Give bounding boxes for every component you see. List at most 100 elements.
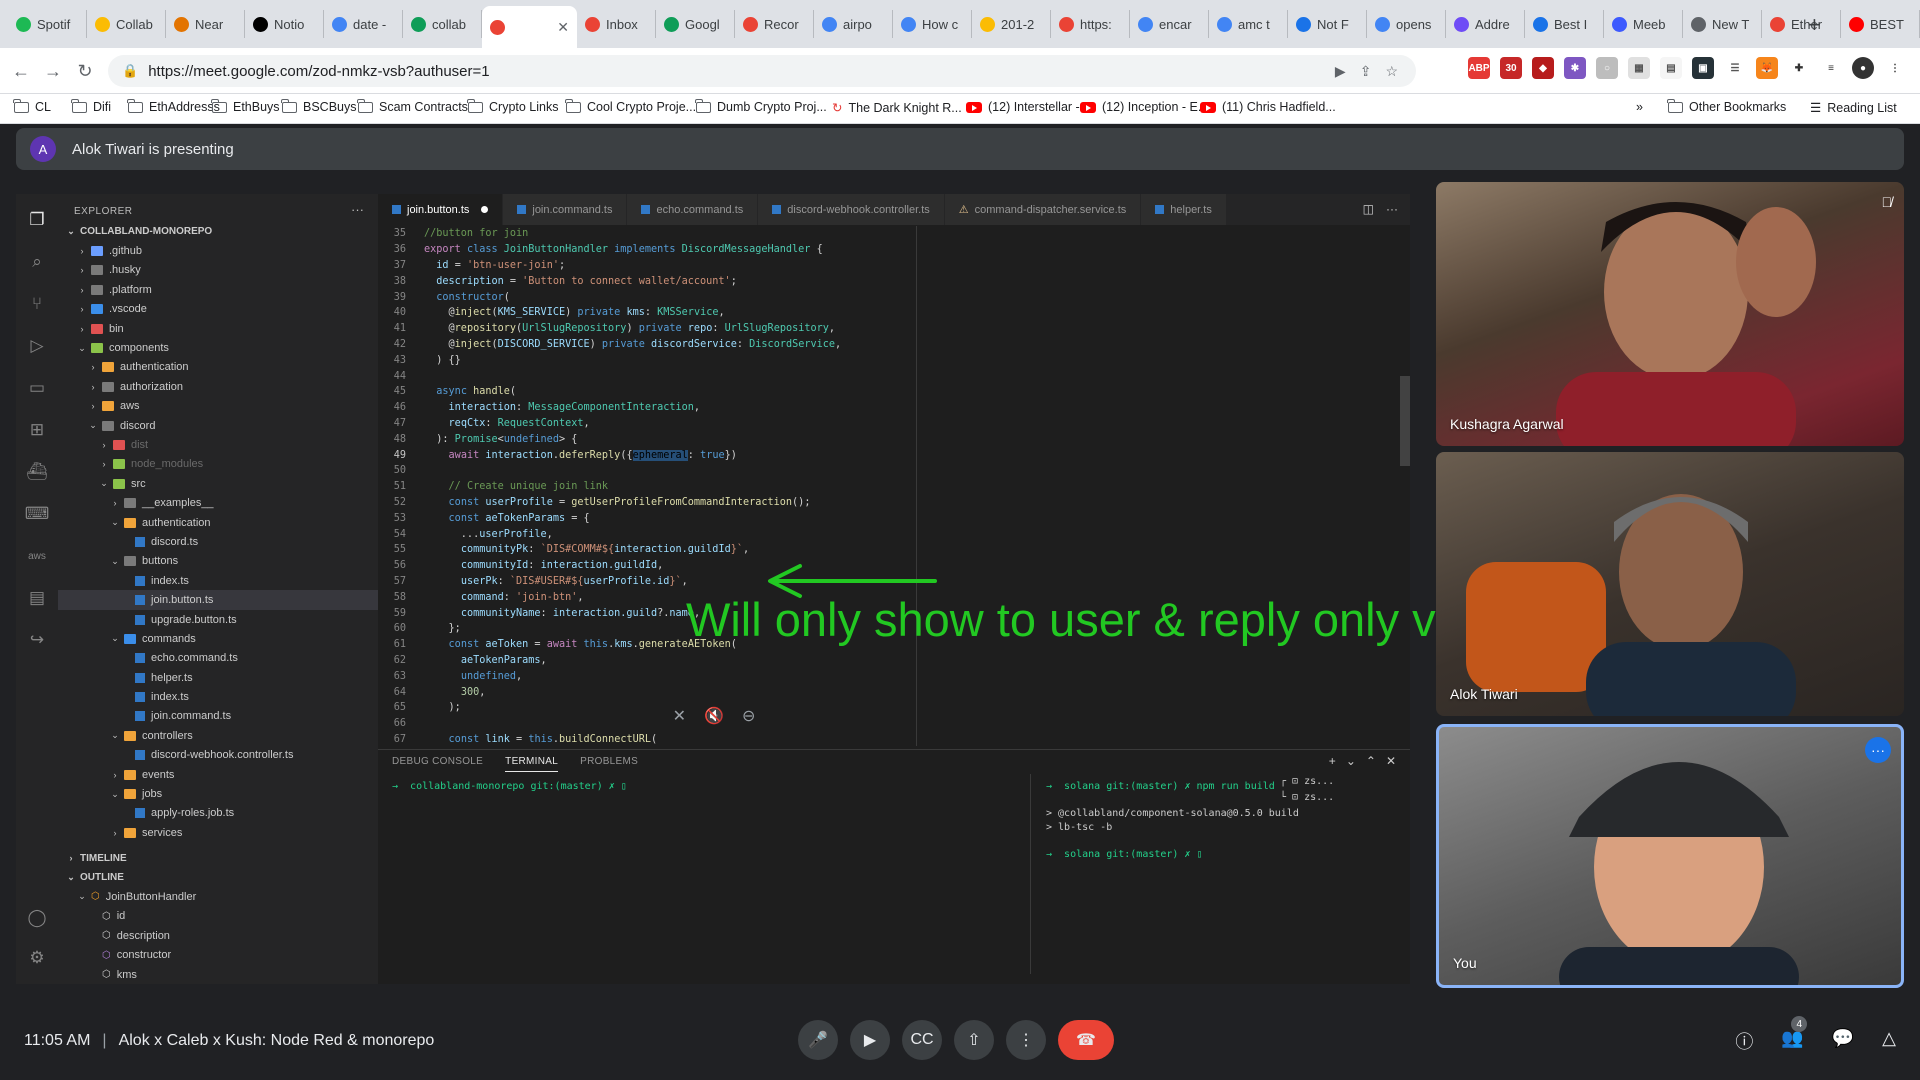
browser-tab[interactable]: Not F <box>1288 10 1367 38</box>
tree-item[interactable]: › services <box>58 823 378 842</box>
remote-explorer-icon[interactable]: ▭ <box>25 376 49 400</box>
browser-tab[interactable]: Notio <box>245 10 324 38</box>
aws-icon[interactable]: aws <box>25 544 49 568</box>
add-terminal-icon[interactable]: + <box>1329 754 1336 768</box>
source-control-icon[interactable]: ⑂ <box>25 292 49 316</box>
tree-item[interactable]: › aws <box>58 397 378 416</box>
section-header[interactable]: ⌄ COLLABLAND-MONOREPO <box>58 222 378 241</box>
more-actions-icon[interactable]: ··· <box>351 202 364 217</box>
run-debug-icon[interactable]: ▷ <box>25 334 49 358</box>
terminal-left[interactable]: → collabland-monorepo git:(master) ✗ ▯ <box>392 780 627 794</box>
kebab-menu-icon[interactable]: ⋮ <box>1884 57 1906 79</box>
tree-item[interactable]: join.command.ts <box>58 707 378 726</box>
address-bar[interactable]: 🔒 https://meet.google.com/zod-nmkz-vsb?a… <box>108 55 1416 87</box>
bookmark-item[interactable]: EthAddresss <box>127 98 220 114</box>
metamask-icon[interactable]: 🦊 <box>1756 57 1778 79</box>
bookmark-item[interactable]: (11) Chris Hadfield... <box>1200 100 1336 114</box>
editor-tab[interactable]: join.command.ts <box>503 194 628 225</box>
browser-tab[interactable]: amc t <box>1209 10 1288 38</box>
browser-tab[interactable]: Inbox <box>577 10 656 38</box>
camera-in-use-icon[interactable]: ▶ <box>1335 63 1346 80</box>
tree-item[interactable]: index.ts <box>58 687 378 706</box>
bookmark-item[interactable]: BSCBuys <box>281 98 357 114</box>
panel-tab[interactable]: DEBUG CONSOLE <box>392 756 483 772</box>
tree-item[interactable]: ⌄ discord <box>58 416 378 435</box>
microphone-button[interactable]: 🎤 <box>798 1020 838 1060</box>
tree-item[interactable]: discord-webhook.controller.ts <box>58 746 378 765</box>
extension-icon[interactable]: ✱ <box>1564 57 1586 79</box>
tree-item[interactable]: ⌄ ⬡ JoinButtonHandler <box>58 887 378 906</box>
editor-tab[interactable]: helper.ts <box>1141 194 1227 225</box>
bookmark-item[interactable]: EthBuys <box>211 98 280 114</box>
bookmark-item[interactable]: Scam Contracts <box>357 98 468 114</box>
more-options-button[interactable]: ⋮ <box>1006 1020 1046 1060</box>
browser-tab[interactable]: airpo <box>814 10 893 38</box>
tree-item[interactable]: ⌄ components <box>58 338 378 357</box>
share-icon[interactable]: ⇪ <box>1360 63 1372 80</box>
tree-item[interactable]: › authentication <box>58 358 378 377</box>
tree-item[interactable]: ⌄ authentication <box>58 513 378 532</box>
tree-item[interactable]: › .husky <box>58 261 378 280</box>
tree-item[interactable]: › __examples__ <box>58 493 378 512</box>
extension-icon[interactable]: ▣ <box>1692 57 1714 79</box>
tree-item[interactable]: › events <box>58 765 378 784</box>
remove-icon[interactable]: ⊖ <box>742 706 755 726</box>
present-button[interactable]: ⇧ <box>954 1020 994 1060</box>
adblock-icon[interactable]: ABP <box>1468 57 1490 79</box>
activities-icon[interactable]: △ <box>1882 1028 1896 1054</box>
extension-icon[interactable]: ▤ <box>1660 57 1682 79</box>
tree-item[interactable]: › .vscode <box>58 300 378 319</box>
browser-tab[interactable]: encar <box>1130 10 1209 38</box>
puzzle-icon[interactable]: ✚ <box>1788 57 1810 79</box>
tree-item[interactable]: ⌄ commands <box>58 629 378 648</box>
search-icon[interactable]: ⌕ <box>25 250 49 274</box>
reload-icon[interactable]: ↻ <box>72 58 98 84</box>
browser-tab[interactable]: Spotif <box>8 10 87 38</box>
bookmark-item[interactable]: ↻ The Dark Knight R... <box>832 100 962 116</box>
extension-icon[interactable]: ◆ <box>1532 57 1554 79</box>
extension-icon[interactable]: ▦ <box>1628 57 1650 79</box>
browser-tab[interactable]: Near <box>166 10 245 38</box>
pin-icon[interactable]: ✕ <box>673 706 686 726</box>
browser-tab[interactable]: Collab <box>87 10 166 38</box>
browser-tab[interactable]: Recor <box>735 10 814 38</box>
calendar-extension-icon[interactable]: 30 <box>1500 57 1522 79</box>
media-control-icon[interactable]: ≡ <box>1820 57 1842 79</box>
more-actions-icon[interactable]: ··· <box>1386 202 1398 216</box>
editor-tab[interactable]: join.button.ts <box>378 194 504 225</box>
more-options-icon[interactable]: ··· <box>1865 737 1891 763</box>
reading-list[interactable]: ☰ Reading List <box>1810 100 1897 116</box>
terminal-list-item[interactable]: ┌ ⊡ zs... <box>1280 774 1334 790</box>
maximize-icon[interactable]: ⌃ <box>1366 754 1376 768</box>
split-editor-icon[interactable]: ◫ <box>1363 202 1374 216</box>
bookmark-item[interactable]: CL <box>13 98 51 114</box>
browser-tab[interactable]: 201-2 <box>972 10 1051 38</box>
bookmarks-more-button[interactable]: » <box>1636 100 1643 114</box>
tree-item[interactable]: ⬡ description <box>58 926 378 945</box>
live-share-icon[interactable]: ↪ <box>25 628 49 652</box>
tree-item[interactable]: ⬡ id <box>58 907 378 926</box>
tree-item[interactable]: › node_modules <box>58 455 378 474</box>
camera-button[interactable]: ▶ <box>850 1020 890 1060</box>
browser-tab[interactable]: Meeb <box>1604 10 1683 38</box>
mute-icon[interactable]: 🔇 <box>704 706 724 726</box>
browser-tab[interactable]: opens <box>1367 10 1446 38</box>
tree-item[interactable]: ⬡ constructor <box>58 945 378 964</box>
back-icon[interactable]: ← <box>8 58 34 84</box>
chevron-down-icon[interactable]: ⌄ <box>1346 754 1356 768</box>
captions-button[interactable]: CC <box>902 1020 942 1060</box>
browser-tab[interactable]: New T <box>1683 10 1762 38</box>
tree-item[interactable]: ⌄ buttons <box>58 552 378 571</box>
participant-tile-self[interactable]: ··· You <box>1436 724 1904 988</box>
close-icon[interactable]: ✕ <box>557 19 569 36</box>
terminal-icon[interactable]: ⌨ <box>25 502 50 526</box>
browser-tab[interactable]: Ether <box>1762 10 1841 38</box>
tree-item[interactable]: ⬡ kms <box>58 965 378 984</box>
participant-tile[interactable]: 🎙̸ Kushagra Agarwal <box>1436 182 1904 446</box>
browser-tab[interactable]: date - <box>324 10 403 38</box>
meeting-details-icon[interactable]: ⓘ <box>1735 1028 1753 1054</box>
browser-tab[interactable]: https: <box>1051 10 1130 38</box>
bookmark-item[interactable]: Dumb Crypto Proj... <box>695 98 827 114</box>
files-icon[interactable]: ❐ <box>25 208 49 232</box>
tree-item[interactable]: index.ts <box>58 571 378 590</box>
